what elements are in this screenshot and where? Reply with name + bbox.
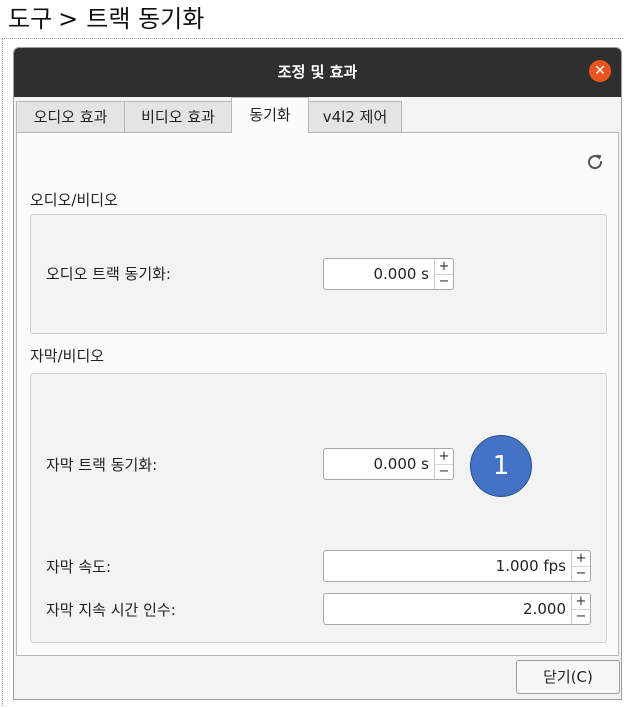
subtitle-sync-label: 자막 트랙 동기화: [46, 456, 158, 474]
subtitle-speed-value[interactable]: 1.000 fps [328, 551, 566, 581]
increment-button[interactable]: + [435, 449, 453, 465]
spin-buttons: + − [571, 594, 590, 624]
spin-buttons: + − [571, 551, 590, 581]
decrement-button[interactable]: − [435, 274, 453, 289]
tab-synchronization[interactable]: 동기화 [231, 97, 309, 133]
subtitle-duration-spinbox[interactable]: 2.000 + − [323, 593, 591, 625]
dialog-footer: 닫기(C) [14, 656, 621, 699]
audio-video-group: 오디오 트랙 동기화: 0.000 s + − [30, 214, 607, 334]
audio-video-section-label: 오디오/비디오 [30, 191, 118, 209]
subtitle-sync-spinbox[interactable]: 0.000 s + − [323, 448, 454, 480]
tab-v4l2-controls[interactable]: v4l2 제어 [308, 101, 402, 132]
increment-button[interactable]: + [435, 259, 453, 275]
annotation-marker: 1 [470, 435, 532, 497]
subtitle-duration-label: 자막 지속 시간 인수: [46, 601, 176, 619]
subtitle-duration-value[interactable]: 2.000 [328, 594, 566, 624]
spin-buttons: + − [434, 259, 453, 289]
increment-button[interactable]: + [572, 551, 590, 567]
increment-button[interactable]: + [572, 594, 590, 610]
tab-bar: 오디오 효과 비디오 효과 동기화 v4l2 제어 [14, 97, 621, 133]
breadcrumb: 도구 > 트랙 동기화 [8, 2, 204, 36]
audio-sync-value[interactable]: 0.000 s [328, 259, 429, 289]
audio-sync-spinbox[interactable]: 0.000 s + − [323, 258, 454, 290]
decrement-button[interactable]: − [435, 464, 453, 479]
breadcrumb-separator: > [58, 5, 79, 33]
tab-audio-effects[interactable]: 오디오 효과 [16, 101, 125, 132]
breadcrumb-part-track-sync: 트랙 동기화 [86, 5, 205, 33]
subtitle-speed-label: 자막 속도: [46, 558, 112, 576]
subtitle-speed-spinbox[interactable]: 1.000 fps + − [323, 550, 591, 582]
refresh-icon[interactable] [584, 151, 606, 173]
subtitle-video-section-label: 자막/비디오 [30, 347, 105, 365]
subtitle-sync-value[interactable]: 0.000 s [328, 449, 429, 479]
breadcrumb-part-tools: 도구 [8, 5, 53, 33]
adjustments-effects-dialog: 조정 및 효과 ✕ 오디오 효과 비디오 효과 동기화 v4l2 제어 오디오/… [13, 47, 622, 700]
decrement-button[interactable]: − [572, 609, 590, 624]
sync-panel: 오디오/비디오 오디오 트랙 동기화: 0.000 s + − 자막/비디오 자… [16, 132, 619, 656]
decrement-button[interactable]: − [572, 566, 590, 581]
close-button[interactable]: 닫기(C) [516, 660, 620, 694]
spin-buttons: + − [434, 449, 453, 479]
window-title: 조정 및 효과 [277, 63, 358, 81]
close-icon[interactable]: ✕ [589, 60, 611, 82]
audio-sync-label: 오디오 트랙 동기화: [46, 265, 171, 283]
title-bar[interactable]: 조정 및 효과 ✕ [14, 48, 621, 97]
subtitle-video-group: 자막 트랙 동기화: 0.000 s + − 자막 속도: 1.000 fps … [30, 373, 607, 643]
tab-video-effects[interactable]: 비디오 효과 [124, 101, 232, 132]
